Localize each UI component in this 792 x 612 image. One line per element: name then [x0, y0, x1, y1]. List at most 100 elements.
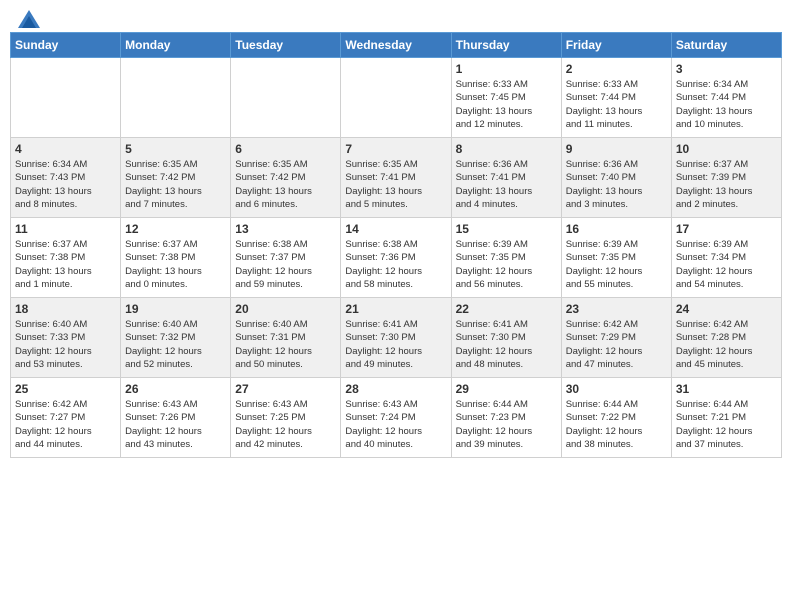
day-number: 4 — [15, 142, 116, 156]
day-cell: 20 Sunrise: 6:40 AM Sunset: 7:31 PM Dayli… — [231, 298, 341, 378]
day-cell — [121, 58, 231, 138]
day-number: 12 — [125, 222, 226, 236]
day-cell — [11, 58, 121, 138]
day-info: Sunrise: 6:42 AM Sunset: 7:29 PM Dayligh… — [566, 318, 667, 371]
day-info: Sunrise: 6:43 AM Sunset: 7:25 PM Dayligh… — [235, 398, 336, 451]
day-number: 9 — [566, 142, 667, 156]
day-number: 29 — [456, 382, 557, 396]
week-row-5: 25 Sunrise: 6:42 AM Sunset: 7:27 PM Dayli… — [11, 378, 782, 458]
day-number: 30 — [566, 382, 667, 396]
page-header — [10, 10, 782, 24]
day-info: Sunrise: 6:39 AM Sunset: 7:35 PM Dayligh… — [566, 238, 667, 291]
day-info: Sunrise: 6:43 AM Sunset: 7:24 PM Dayligh… — [345, 398, 446, 451]
day-info: Sunrise: 6:40 AM Sunset: 7:33 PM Dayligh… — [15, 318, 116, 371]
day-cell: 29 Sunrise: 6:44 AM Sunset: 7:23 PM Dayli… — [451, 378, 561, 458]
day-info: Sunrise: 6:35 AM Sunset: 7:42 PM Dayligh… — [235, 158, 336, 211]
day-number: 16 — [566, 222, 667, 236]
day-cell: 5 Sunrise: 6:35 AM Sunset: 7:42 PM Daylig… — [121, 138, 231, 218]
header-cell-saturday: Saturday — [671, 33, 781, 58]
header-cell-thursday: Thursday — [451, 33, 561, 58]
day-info: Sunrise: 6:38 AM Sunset: 7:37 PM Dayligh… — [235, 238, 336, 291]
day-cell: 26 Sunrise: 6:43 AM Sunset: 7:26 PM Dayli… — [121, 378, 231, 458]
day-number: 24 — [676, 302, 777, 316]
day-number: 3 — [676, 62, 777, 76]
day-number: 15 — [456, 222, 557, 236]
day-info: Sunrise: 6:44 AM Sunset: 7:22 PM Dayligh… — [566, 398, 667, 451]
day-info: Sunrise: 6:35 AM Sunset: 7:42 PM Dayligh… — [125, 158, 226, 211]
day-cell — [341, 58, 451, 138]
day-number: 27 — [235, 382, 336, 396]
header-cell-friday: Friday — [561, 33, 671, 58]
day-number: 11 — [15, 222, 116, 236]
header-cell-wednesday: Wednesday — [341, 33, 451, 58]
day-info: Sunrise: 6:39 AM Sunset: 7:35 PM Dayligh… — [456, 238, 557, 291]
day-cell: 28 Sunrise: 6:43 AM Sunset: 7:24 PM Dayli… — [341, 378, 451, 458]
day-number: 20 — [235, 302, 336, 316]
day-info: Sunrise: 6:37 AM Sunset: 7:38 PM Dayligh… — [15, 238, 116, 291]
day-info: Sunrise: 6:36 AM Sunset: 7:41 PM Dayligh… — [456, 158, 557, 211]
day-cell: 30 Sunrise: 6:44 AM Sunset: 7:22 PM Dayli… — [561, 378, 671, 458]
day-number: 10 — [676, 142, 777, 156]
header-cell-sunday: Sunday — [11, 33, 121, 58]
day-number: 22 — [456, 302, 557, 316]
week-row-3: 11 Sunrise: 6:37 AM Sunset: 7:38 PM Dayli… — [11, 218, 782, 298]
day-info: Sunrise: 6:42 AM Sunset: 7:28 PM Dayligh… — [676, 318, 777, 371]
day-info: Sunrise: 6:41 AM Sunset: 7:30 PM Dayligh… — [345, 318, 446, 371]
day-cell: 19 Sunrise: 6:40 AM Sunset: 7:32 PM Dayli… — [121, 298, 231, 378]
day-cell: 21Sunrise: 6:41 AM Sunset: 7:30 PM Dayli… — [341, 298, 451, 378]
day-info: Sunrise: 6:43 AM Sunset: 7:26 PM Dayligh… — [125, 398, 226, 451]
day-number: 26 — [125, 382, 226, 396]
calendar-table: SundayMondayTuesdayWednesdayThursdayFrid… — [10, 32, 782, 458]
day-number: 8 — [456, 142, 557, 156]
day-number: 1 — [456, 62, 557, 76]
day-info: Sunrise: 6:33 AM Sunset: 7:45 PM Dayligh… — [456, 78, 557, 131]
day-cell: 10 Sunrise: 6:37 AM Sunset: 7:39 PM Dayli… — [671, 138, 781, 218]
day-info: Sunrise: 6:44 AM Sunset: 7:23 PM Dayligh… — [456, 398, 557, 451]
day-cell: 15 Sunrise: 6:39 AM Sunset: 7:35 PM Dayli… — [451, 218, 561, 298]
day-cell: 12 Sunrise: 6:37 AM Sunset: 7:38 PM Dayli… — [121, 218, 231, 298]
day-info: Sunrise: 6:40 AM Sunset: 7:31 PM Dayligh… — [235, 318, 336, 371]
day-number: 19 — [125, 302, 226, 316]
day-number: 13 — [235, 222, 336, 236]
day-info: Sunrise: 6:42 AM Sunset: 7:27 PM Dayligh… — [15, 398, 116, 451]
day-info: Sunrise: 6:38 AM Sunset: 7:36 PM Dayligh… — [345, 238, 446, 291]
day-cell: 13 Sunrise: 6:38 AM Sunset: 7:37 PM Dayli… — [231, 218, 341, 298]
day-cell: 16 Sunrise: 6:39 AM Sunset: 7:35 PM Dayli… — [561, 218, 671, 298]
day-cell — [231, 58, 341, 138]
day-number: 31 — [676, 382, 777, 396]
day-number: 14 — [345, 222, 446, 236]
day-cell: 7 Sunrise: 6:35 AM Sunset: 7:41 PM Daylig… — [341, 138, 451, 218]
day-info: Sunrise: 6:34 AM Sunset: 7:44 PM Dayligh… — [676, 78, 777, 131]
day-cell: 24 Sunrise: 6:42 AM Sunset: 7:28 PM Dayli… — [671, 298, 781, 378]
day-cell: 2 Sunrise: 6:33 AM Sunset: 7:44 PM Daylig… — [561, 58, 671, 138]
day-info: Sunrise: 6:44 AM Sunset: 7:21 PM Dayligh… — [676, 398, 777, 451]
day-cell: 22 Sunrise: 6:41 AM Sunset: 7:30 PM Dayli… — [451, 298, 561, 378]
day-number: 7 — [345, 142, 446, 156]
day-info: Sunrise: 6:33 AM Sunset: 7:44 PM Dayligh… — [566, 78, 667, 131]
header-cell-tuesday: Tuesday — [231, 33, 341, 58]
day-number: 2 — [566, 62, 667, 76]
day-number: 25 — [15, 382, 116, 396]
day-cell: 17Sunrise: 6:39 AM Sunset: 7:34 PM Dayli… — [671, 218, 781, 298]
day-info: Sunrise: 6:35 AM Sunset: 7:41 PM Dayligh… — [345, 158, 446, 211]
day-info: Sunrise: 6:41 AM Sunset: 7:30 PM Dayligh… — [456, 318, 557, 371]
day-info: Sunrise: 6:40 AM Sunset: 7:32 PM Dayligh… — [125, 318, 226, 371]
day-cell: 23Sunrise: 6:42 AM Sunset: 7:29 PM Dayli… — [561, 298, 671, 378]
day-number: 17 — [676, 222, 777, 236]
day-cell: 11 Sunrise: 6:37 AM Sunset: 7:38 PM Dayli… — [11, 218, 121, 298]
week-row-4: 18Sunrise: 6:40 AM Sunset: 7:33 PM Dayli… — [11, 298, 782, 378]
day-info: Sunrise: 6:37 AM Sunset: 7:39 PM Dayligh… — [676, 158, 777, 211]
header-cell-monday: Monday — [121, 33, 231, 58]
day-info: Sunrise: 6:37 AM Sunset: 7:38 PM Dayligh… — [125, 238, 226, 291]
calendar-body: 1 Sunrise: 6:33 AM Sunset: 7:45 PM Daylig… — [11, 58, 782, 458]
day-cell: 4 Sunrise: 6:34 AM Sunset: 7:43 PM Daylig… — [11, 138, 121, 218]
day-cell: 27 Sunrise: 6:43 AM Sunset: 7:25 PM Dayli… — [231, 378, 341, 458]
day-cell: 8 Sunrise: 6:36 AM Sunset: 7:41 PM Daylig… — [451, 138, 561, 218]
day-number: 28 — [345, 382, 446, 396]
day-cell: 1 Sunrise: 6:33 AM Sunset: 7:45 PM Daylig… — [451, 58, 561, 138]
day-cell: 25 Sunrise: 6:42 AM Sunset: 7:27 PM Dayli… — [11, 378, 121, 458]
day-cell: 3 Sunrise: 6:34 AM Sunset: 7:44 PM Daylig… — [671, 58, 781, 138]
day-info: Sunrise: 6:34 AM Sunset: 7:43 PM Dayligh… — [15, 158, 116, 211]
day-number: 5 — [125, 142, 226, 156]
day-info: Sunrise: 6:36 AM Sunset: 7:40 PM Dayligh… — [566, 158, 667, 211]
